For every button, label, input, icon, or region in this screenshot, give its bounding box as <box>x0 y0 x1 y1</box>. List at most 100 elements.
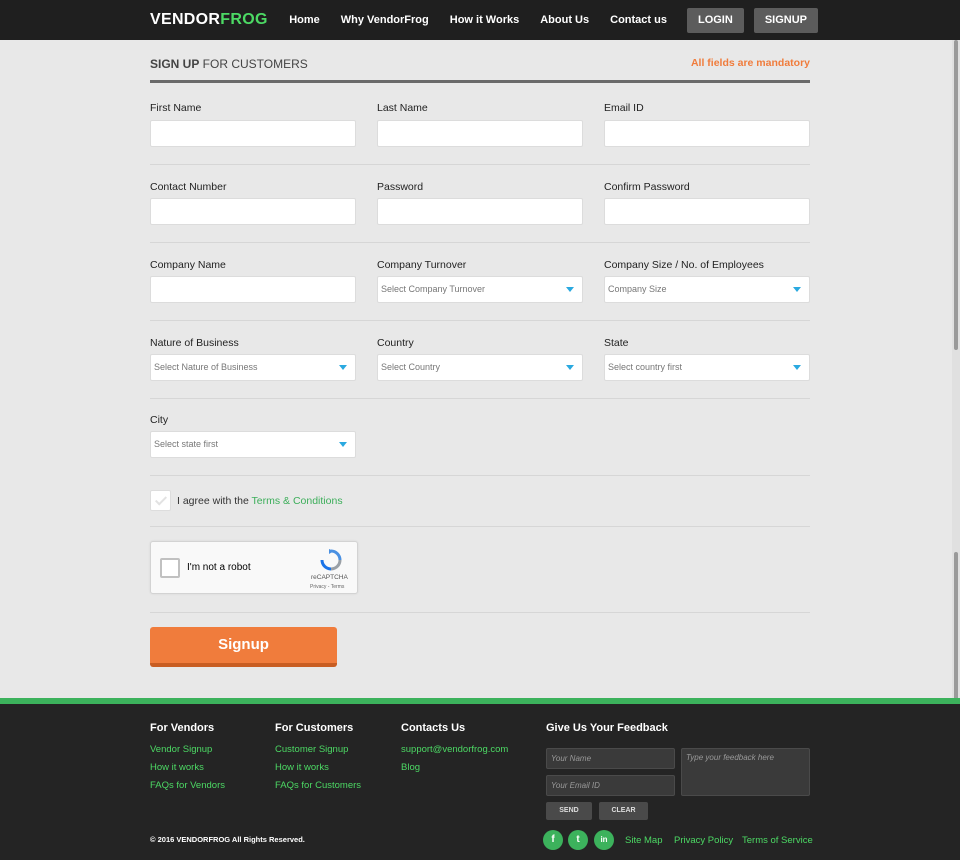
email-label: Email ID <box>604 102 644 114</box>
city-label: City <box>150 414 169 426</box>
feedback-name-input[interactable]: Your Name <box>546 748 675 769</box>
title-rest: FOR CUSTOMERS <box>199 57 308 71</box>
recaptcha-checkbox[interactable] <box>160 558 180 578</box>
password-input[interactable] <box>377 198 583 225</box>
chevron-down-icon <box>793 287 801 292</box>
nature-of-business-select[interactable]: Select Nature of Business <box>150 354 356 381</box>
country-placeholder: Select Country <box>381 362 441 372</box>
recaptcha-brand: reCAPTCHA <box>311 574 348 581</box>
recaptcha-label: I'm not a robot <box>187 562 251 573</box>
state-select[interactable]: Select country first <box>604 354 810 381</box>
footer-terms-link[interactable]: Terms of Service <box>742 835 813 846</box>
signup-submit-button[interactable]: Signup <box>150 627 337 667</box>
logo-frog: FROG <box>220 11 268 28</box>
row-divider <box>150 475 810 476</box>
state-label: State <box>604 337 629 349</box>
footer-contacts-heading: Contacts Us <box>401 722 466 734</box>
company-size-label: Company Size / No. of Employees <box>604 259 764 271</box>
recaptcha-widget: I'm not a robot reCAPTCHA Privacy - Term… <box>150 541 358 594</box>
row-divider <box>150 242 810 243</box>
row-divider <box>150 398 810 399</box>
confirm-password-label: Confirm Password <box>604 181 690 193</box>
row-divider <box>150 612 810 613</box>
company-size-select[interactable]: Company Size <box>604 276 810 303</box>
recaptcha-links[interactable]: Privacy - Terms <box>310 584 344 590</box>
company-name-label: Company Name <box>150 259 226 271</box>
recaptcha-icon <box>320 549 342 571</box>
company-turnover-label: Company Turnover <box>377 259 467 271</box>
chevron-down-icon <box>339 442 347 447</box>
nature-of-business-placeholder: Select Nature of Business <box>154 362 258 372</box>
footer-vendor-signup-link[interactable]: Vendor Signup <box>150 744 212 755</box>
company-name-input[interactable] <box>150 276 356 303</box>
nature-of-business-label: Nature of Business <box>150 337 239 349</box>
twitter-icon[interactable]: t <box>568 830 588 850</box>
footer-customer-faq-link[interactable]: FAQs for Customers <box>275 780 361 791</box>
footer-sitemap-link[interactable]: Site Map <box>625 835 663 846</box>
first-name-input[interactable] <box>150 120 356 147</box>
nav-home[interactable]: Home <box>289 14 320 26</box>
last-name-label: Last Name <box>377 102 428 114</box>
nav-how-it-works[interactable]: How it Works <box>450 14 519 26</box>
first-name-label: First Name <box>150 102 202 114</box>
password-label: Password <box>377 181 424 193</box>
nav-about-us[interactable]: About Us <box>540 14 589 26</box>
feedback-textarea[interactable]: Type your feedback here <box>681 748 810 796</box>
title-bold: SIGN UP <box>150 57 200 71</box>
footer-customer-signup-link[interactable]: Customer Signup <box>275 744 348 755</box>
footer-privacy-link[interactable]: Privacy Policy <box>674 835 733 846</box>
check-icon <box>154 493 168 506</box>
company-turnover-placeholder: Select Company Turnover <box>381 284 486 294</box>
state-placeholder: Select country first <box>608 362 683 372</box>
email-input[interactable] <box>604 120 810 147</box>
row-divider <box>150 526 810 527</box>
row-divider <box>150 320 810 321</box>
row-divider <box>150 164 810 165</box>
facebook-icon[interactable]: f <box>543 830 563 850</box>
nav-contact-us[interactable]: Contact us <box>610 14 667 26</box>
feedback-email-input[interactable]: Your Email ID <box>546 775 675 796</box>
footer-vendors-heading: For Vendors <box>150 722 215 734</box>
top-navbar: VENDORFROG Home Why VendorFrog How it Wo… <box>0 0 960 40</box>
chevron-down-icon <box>566 287 574 292</box>
footer: For Vendors Vendor Signup How it works F… <box>0 704 960 860</box>
agree-label: I agree with the <box>177 495 252 507</box>
footer-feedback-heading: Give Us Your Feedback <box>546 722 668 734</box>
footer-vendor-faq-link[interactable]: FAQs for Vendors <box>150 780 225 791</box>
company-size-placeholder: Company Size <box>608 284 667 294</box>
chevron-down-icon <box>793 365 801 370</box>
country-select[interactable]: Select Country <box>377 354 583 381</box>
city-select[interactable]: Select state first <box>150 431 356 458</box>
contact-number-input[interactable] <box>150 198 356 225</box>
nav-why-vendorfrog[interactable]: Why VendorFrog <box>341 14 429 26</box>
last-name-input[interactable] <box>377 120 583 147</box>
footer-vendor-how-link[interactable]: How it works <box>150 762 204 773</box>
signup-nav-button[interactable]: SIGNUP <box>753 7 818 33</box>
scrollbar-thumb[interactable] <box>954 40 958 350</box>
logo-vendor: VENDOR <box>150 11 221 28</box>
contact-number-label: Contact Number <box>150 181 227 193</box>
footer-customer-how-link[interactable]: How it works <box>275 762 329 773</box>
feedback-send-button[interactable]: SEND <box>546 802 592 820</box>
terms-link[interactable]: Terms & Conditions <box>252 495 343 507</box>
mandatory-note: All fields are mandatory <box>690 57 810 69</box>
footer-blog-link[interactable]: Blog <box>401 762 420 773</box>
chevron-down-icon <box>339 365 347 370</box>
confirm-password-input[interactable] <box>604 198 810 225</box>
footer-support-email-link[interactable]: support@vendorfrog.com <box>401 744 508 755</box>
city-placeholder: Select state first <box>154 439 219 449</box>
terms-agree-text: I agree with the Terms & Conditions <box>177 495 343 507</box>
company-turnover-select[interactable]: Select Company Turnover <box>377 276 583 303</box>
feedback-clear-button[interactable]: CLEAR <box>599 802 648 820</box>
title-divider <box>150 80 810 83</box>
logo[interactable]: VENDORFROG <box>150 11 268 29</box>
main-nav: Home Why VendorFrog How it Works About U… <box>268 0 818 40</box>
chevron-down-icon <box>566 365 574 370</box>
page-title: SIGN UP FOR CUSTOMERS <box>150 57 308 71</box>
login-button[interactable]: LOGIN <box>686 7 744 33</box>
country-label: Country <box>377 337 414 349</box>
footer-customers-heading: For Customers <box>275 722 354 734</box>
copyright-text: © 2016 VENDORFROG All Rights Reserved. <box>150 835 305 844</box>
terms-checkbox[interactable] <box>150 490 171 511</box>
linkedin-icon[interactable]: in <box>594 830 614 850</box>
